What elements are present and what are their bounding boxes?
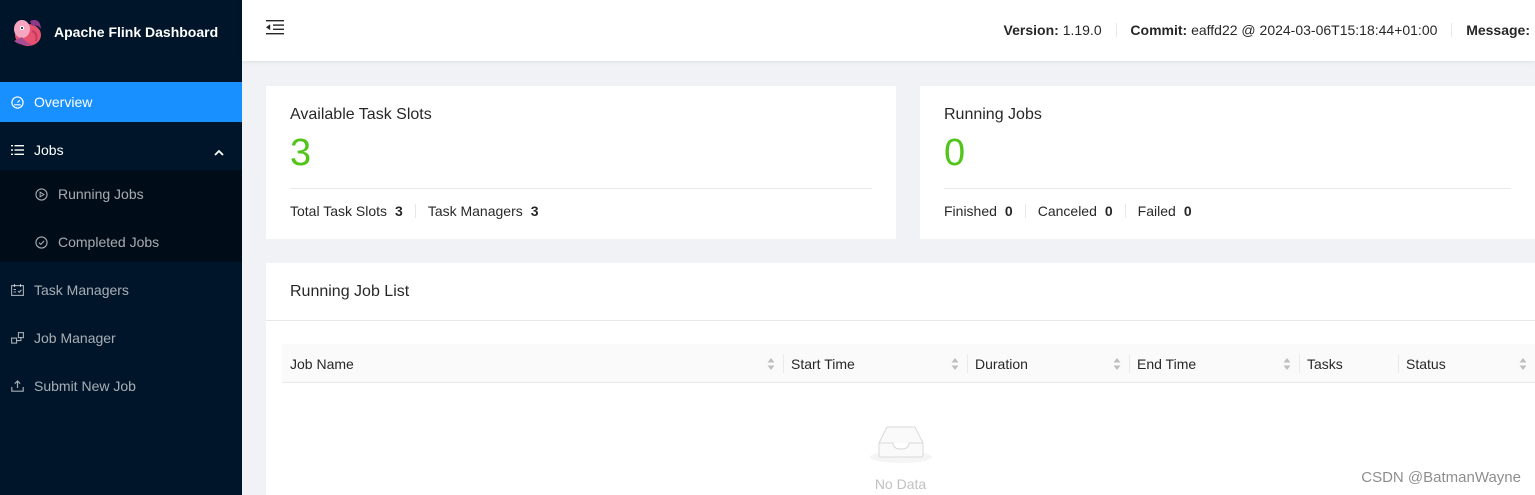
watermark: CSDN @BatmanWayne <box>1361 469 1521 486</box>
sidebar-item-completed-jobs[interactable]: Completed Jobs <box>0 222 242 262</box>
card-title: Available Task Slots <box>290 106 432 123</box>
empty-state: No Data <box>266 421 1535 492</box>
list-icon <box>10 143 24 157</box>
menu-fold-icon[interactable] <box>266 19 284 40</box>
sidebar-menu: Overview Jobs Running Jobs Completed Job… <box>0 82 242 406</box>
inbox-icon <box>869 426 932 463</box>
card-title: Running Jobs <box>944 106 1042 123</box>
divider <box>1024 204 1026 218</box>
finished-label: Finished <box>944 203 997 219</box>
jobs-submenu: Running Jobs Completed Jobs <box>0 170 242 262</box>
sidebar-item-task-managers[interactable]: Task Managers <box>0 270 242 310</box>
table-header: Job Name Start Time Duration End Time Ta… <box>282 344 1535 383</box>
column-label: Status <box>1406 355 1446 372</box>
divider <box>290 188 872 189</box>
sidebar-item-label: Submit New Job <box>34 378 136 394</box>
column-header-job-name[interactable]: Job Name <box>282 344 783 383</box>
column-header-start-time[interactable]: Start Time <box>783 344 967 383</box>
sidebar-item-label: Overview <box>34 94 93 110</box>
sort-icon[interactable] <box>767 357 775 371</box>
running-jobs-value: 0 <box>944 132 966 174</box>
sidebar-item-label: Jobs <box>34 142 64 158</box>
check-circle-icon <box>34 235 48 249</box>
running-job-list-card: Running Job List Job Name Start Time Dur… <box>266 263 1535 495</box>
message-label: Message: <box>1466 22 1530 38</box>
upload-icon <box>10 379 24 393</box>
column-header-end-time[interactable]: End Time <box>1129 344 1299 383</box>
divider <box>414 204 416 218</box>
sidebar-item-label: Task Managers <box>34 282 129 298</box>
column-label: Job Name <box>290 355 354 372</box>
sort-icon[interactable] <box>1113 357 1121 371</box>
column-header-duration[interactable]: Duration <box>967 344 1129 383</box>
column-label: End Time <box>1137 355 1197 372</box>
available-task-slots-card: Available Task Slots 3 Total Task Slots … <box>266 86 896 239</box>
top-header: Version: 1.19.0 Commit: eaffd22 @ 2024-0… <box>242 0 1535 61</box>
column-header-tasks: Tasks <box>1299 344 1398 383</box>
sidebar-item-jobs[interactable]: Jobs <box>0 130 242 170</box>
flink-squirrel-icon <box>14 20 41 46</box>
divider <box>944 188 1511 189</box>
total-slots-value: 3 <box>395 203 403 219</box>
divider <box>1451 23 1453 37</box>
running-jobs-card: Running Jobs 0 Finished 0 Canceled 0 Fai… <box>920 86 1535 239</box>
column-label: Start Time <box>791 355 855 372</box>
sidebar-item-job-manager[interactable]: Job Manager <box>0 318 242 358</box>
sidebar: Apache Flink Dashboard Overview Jobs Run… <box>0 0 242 495</box>
logo[interactable]: Apache Flink Dashboard <box>0 0 242 64</box>
sort-icon[interactable] <box>1283 357 1291 371</box>
column-header-status[interactable]: Status <box>1398 344 1535 383</box>
commit-label: Commit: <box>1130 22 1188 38</box>
available-slots-value: 3 <box>290 132 312 174</box>
commit-value: eaffd22 @ 2024-03-06T15:18:44+01:00 <box>1191 22 1438 38</box>
task-managers-label: Task Managers <box>427 203 523 219</box>
card-footer: Total Task Slots 3 Task Managers 3 <box>290 203 872 219</box>
canceled-value: 0 <box>1104 203 1113 219</box>
sort-icon[interactable] <box>951 357 959 371</box>
total-slots-label: Total Task Slots <box>290 203 388 219</box>
version-info: Version: 1.19.0 Commit: eaffd22 @ 2024-0… <box>1004 22 1530 38</box>
cluster-icon <box>10 331 24 345</box>
sidebar-item-label: Running Jobs <box>58 186 144 202</box>
finished-value: 0 <box>1004 203 1013 219</box>
chevron-up-icon[interactable] <box>214 144 224 160</box>
play-circle-icon <box>34 187 48 201</box>
sidebar-item-label: Completed Jobs <box>58 234 160 250</box>
card-title: Running Job List <box>290 283 410 300</box>
version-value: 1.19.0 <box>1062 22 1102 38</box>
sidebar-item-running-jobs[interactable]: Running Jobs <box>0 174 242 214</box>
sidebar-item-label: Job Manager <box>34 330 116 346</box>
card-footer: Finished 0 Canceled 0 Failed 0 <box>944 203 1511 219</box>
task-managers-value: 3 <box>530 203 539 219</box>
sidebar-item-overview[interactable]: Overview <box>0 82 242 122</box>
app-title: Apache Flink Dashboard <box>54 24 219 40</box>
failed-label: Failed <box>1137 203 1176 219</box>
divider <box>1115 23 1117 37</box>
schedule-icon <box>10 283 24 297</box>
failed-value: 0 <box>1183 203 1192 219</box>
dashboard-icon <box>10 95 24 109</box>
version-label: Version: <box>1003 22 1059 38</box>
empty-text: No Data <box>874 476 927 492</box>
sort-icon[interactable] <box>1519 357 1527 371</box>
column-label: Tasks <box>1307 355 1343 372</box>
sidebar-item-submit-new-job[interactable]: Submit New Job <box>0 366 242 406</box>
divider <box>1124 204 1126 218</box>
canceled-label: Canceled <box>1037 203 1097 219</box>
column-label: Duration <box>975 355 1028 372</box>
card-header: Running Job List <box>266 263 1535 321</box>
